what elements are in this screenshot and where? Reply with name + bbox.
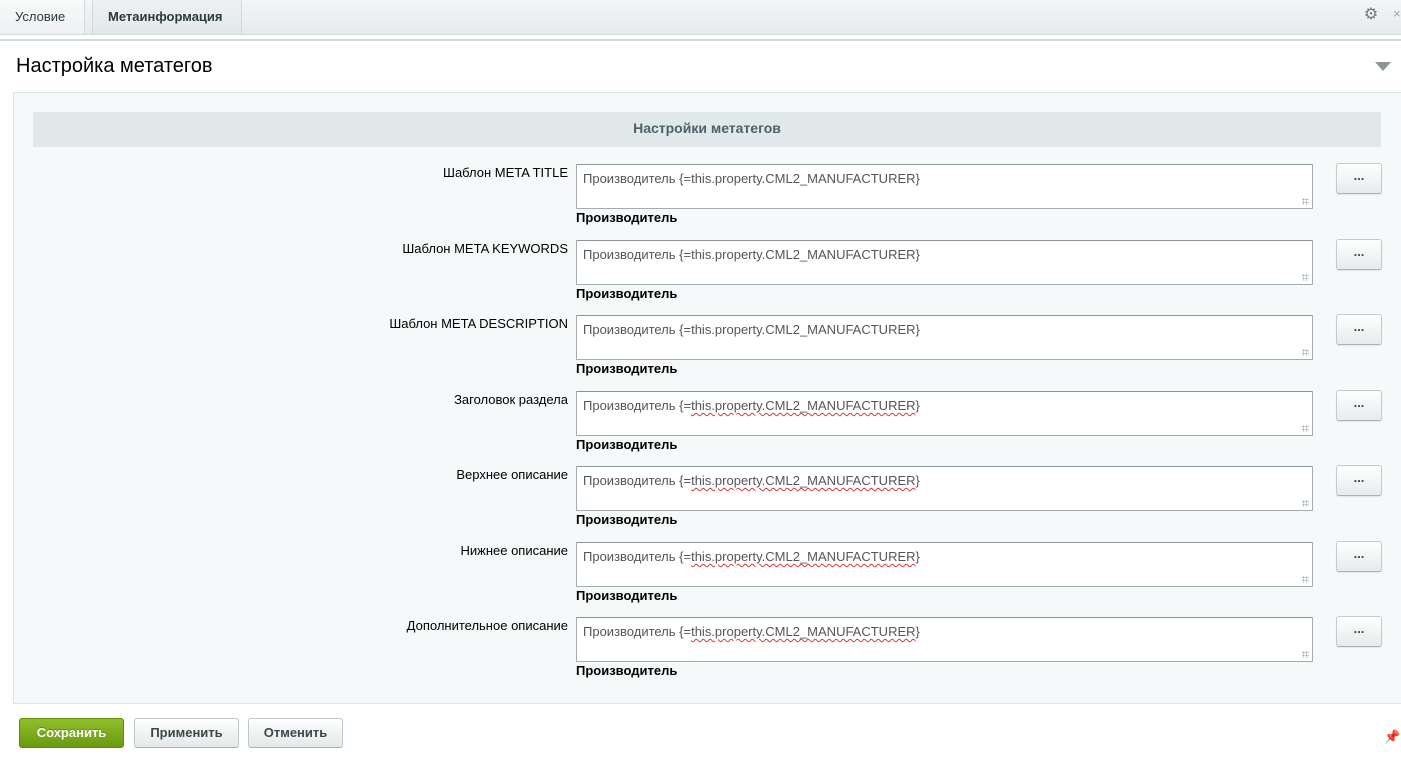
template-textarea[interactable]: Производитель {=this.property.CML2_MANUF… [576,391,1313,436]
field-preview-hint: Производитель [576,437,678,452]
field-row: Дополнительное описание Производитель {=t… [0,616,1401,689]
template-text-suffix: } [915,473,920,488]
field-preview-hint: Производитель [576,286,678,301]
template-text-property: this.property.CML2_MANUFACTURER [691,549,916,564]
template-text-suffix: } [915,624,920,639]
field-preview-hint: Производитель [576,512,678,527]
resize-grip-icon[interactable] [1302,425,1309,432]
insert-macro-button[interactable]: ... [1336,163,1382,194]
template-text-prefix: Производитель {= [583,624,692,639]
template-text-prefix: Производитель {= [583,322,692,337]
insert-macro-button[interactable]: ... [1336,541,1382,572]
field-preview-hint: Производитель [576,588,678,603]
template-text-suffix: } [915,171,920,186]
template-text-property: this.property.CML2_MANUFACTURER [691,473,916,488]
template-textarea[interactable]: Производитель {=this.property.CML2_MANUF… [576,466,1313,511]
field-preview-hint: Производитель [576,361,678,376]
resize-grip-icon[interactable] [1302,576,1309,583]
template-text-prefix: Производитель {= [583,171,692,186]
template-text-prefix: Производитель {= [583,549,692,564]
pin-icon[interactable]: 📌 [1384,729,1400,745]
panel-heading: Настройки метатегов [33,112,1381,147]
template-text-suffix: } [915,247,920,262]
field-label: Верхнее описание [456,467,568,482]
template-text-prefix: Производитель {= [583,473,692,488]
insert-macro-button[interactable]: ... [1336,616,1382,647]
field-label: Дополнительное описание [406,618,568,633]
template-textarea[interactable]: Производитель {=this.property.CML2_MANUF… [576,617,1313,662]
template-text-suffix: } [915,322,920,337]
tab-metainformation[interactable]: Метаинформация [92,0,242,34]
field-row: Шаблон META TITLE Производитель {=this.pr… [0,163,1401,236]
insert-macro-button[interactable]: ... [1336,465,1382,496]
field-row: Шаблон META DESCRIPTION Производитель {=t… [0,314,1401,387]
template-textarea[interactable]: Производитель {=this.property.CML2_MANUF… [576,164,1313,209]
field-label: Шаблон META DESCRIPTION [389,316,568,331]
template-text-suffix: } [915,549,920,564]
template-textarea[interactable]: Производитель {=this.property.CML2_MANUF… [576,315,1313,360]
insert-macro-button[interactable]: ... [1336,390,1382,421]
field-row: Верхнее описание Производитель {=this.pro… [0,465,1401,538]
field-preview-hint: Производитель [576,210,678,225]
template-text-property: this.property.CML2_MANUFACTURER [691,624,916,639]
resize-grip-icon[interactable] [1302,198,1309,205]
template-text-property: this.property.CML2_MANUFACTURER [691,322,916,337]
field-row: Нижнее описание Производитель {=this.prop… [0,541,1401,614]
resize-grip-icon[interactable] [1302,274,1309,281]
section-title: Настройка метатегов [16,55,213,77]
field-row: Шаблон META KEYWORDS Производитель {=this… [0,239,1401,312]
divider [0,39,1401,41]
chevron-down-icon[interactable] [1375,62,1391,71]
field-label: Шаблон META TITLE [443,165,568,180]
close-icon[interactable]: × [1393,6,1401,22]
insert-macro-button[interactable]: ... [1336,239,1382,270]
field-label: Шаблон META KEYWORDS [402,241,568,256]
save-button[interactable]: Сохранить [19,718,124,748]
template-text-suffix: } [915,398,920,413]
field-label: Нижнее описание [460,543,568,558]
resize-grip-icon[interactable] [1302,651,1309,658]
insert-macro-button[interactable]: ... [1336,314,1382,345]
cancel-button[interactable]: Отменить [248,718,343,748]
field-preview-hint: Производитель [576,663,678,678]
template-text-property: this.property.CML2_MANUFACTURER [691,398,916,413]
template-text-property: this.property.CML2_MANUFACTURER [691,171,916,186]
tab-bar: Условие Метаинформация ⚙ × [0,0,1401,35]
apply-button[interactable]: Применить [134,718,239,748]
template-text-prefix: Производитель {= [583,247,692,262]
template-text-prefix: Производитель {= [583,398,692,413]
template-textarea[interactable]: Производитель {=this.property.CML2_MANUF… [576,542,1313,587]
resize-grip-icon[interactable] [1302,500,1309,507]
tab-condition[interactable]: Условие [0,0,85,34]
template-text-property: this.property.CML2_MANUFACTURER [691,247,916,262]
template-textarea[interactable]: Производитель {=this.property.CML2_MANUF… [576,240,1313,285]
gear-icon[interactable]: ⚙ [1363,7,1379,23]
field-row: Заголовок раздела Производитель {=this.pr… [0,390,1401,463]
field-label: Заголовок раздела [454,392,568,407]
resize-grip-icon[interactable] [1302,349,1309,356]
